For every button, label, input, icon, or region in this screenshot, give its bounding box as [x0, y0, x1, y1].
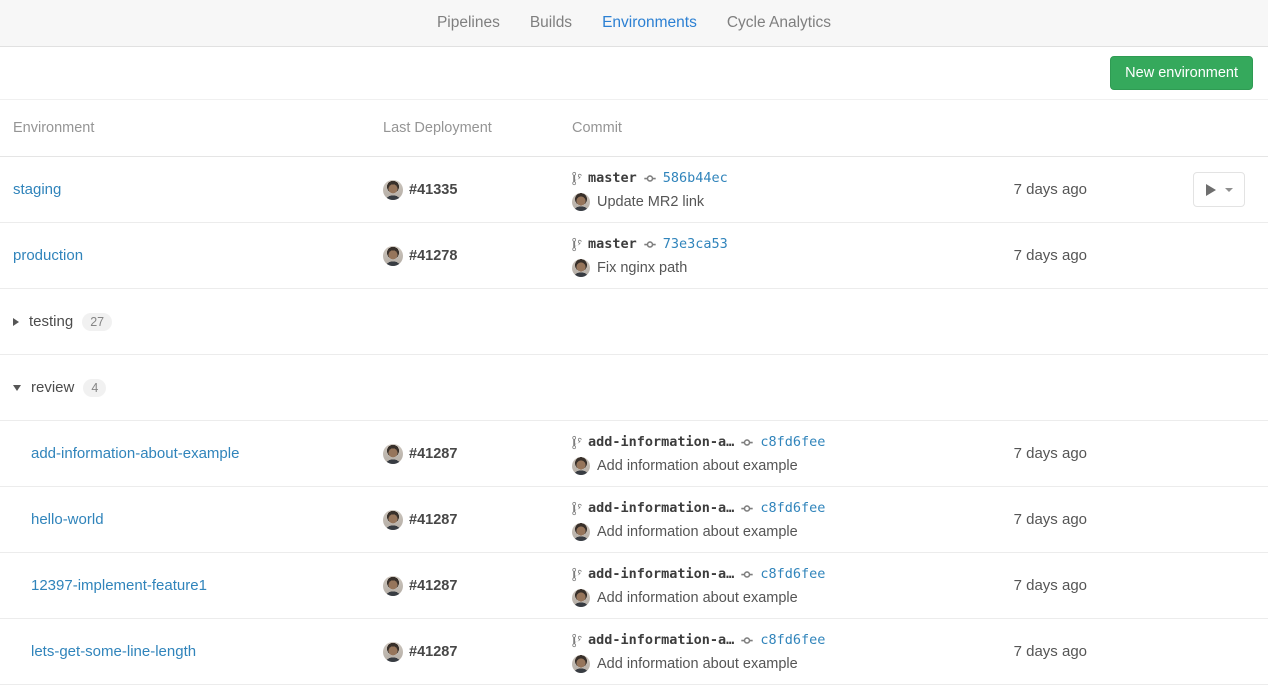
git-branch-icon	[572, 501, 582, 516]
commit-author-avatar	[572, 655, 590, 673]
branch-name: add-information-a…	[588, 432, 734, 453]
deployer-avatar	[383, 510, 403, 530]
project-tabs: Pipelines Builds Environments Cycle Anal…	[0, 0, 1268, 47]
commit-message: Update MR2 link	[597, 194, 704, 210]
git-branch-icon	[572, 171, 582, 186]
environment-link[interactable]: hello-world	[31, 511, 104, 528]
deployment-timestamp: 7 days ago	[975, 181, 1105, 198]
commit-author-avatar	[572, 193, 590, 211]
commit-sha-link[interactable]: c8fd6fee	[760, 432, 825, 453]
caret-right-icon	[13, 318, 19, 326]
folder-row-testing[interactable]: testing 27	[0, 289, 1268, 355]
branch-name: add-information-a…	[588, 564, 734, 585]
branch-name: master	[588, 234, 637, 255]
environment-row-staging: staging #41335 master 586b44ec Update MR…	[0, 157, 1268, 223]
deployer-avatar	[383, 180, 403, 200]
column-header-commit: Commit	[572, 120, 975, 136]
table-header-row: Environment Last Deployment Commit	[0, 100, 1268, 157]
environment-link[interactable]: lets-get-some-line-length	[31, 643, 196, 660]
deployment-timestamp: 7 days ago	[975, 445, 1105, 462]
commit-message: Add information about example	[597, 590, 798, 606]
environment-count-badge: 4	[83, 379, 106, 397]
environment-count-badge: 27	[82, 313, 112, 331]
caret-down-icon	[13, 385, 21, 391]
git-branch-icon	[572, 567, 582, 582]
git-commit-icon	[740, 436, 754, 449]
environment-row-hello-world: hello-world #41287 add-information-a… c8…	[0, 487, 1268, 553]
git-commit-icon	[643, 238, 657, 251]
tab-cycle-analytics[interactable]: Cycle Analytics	[712, 0, 846, 46]
new-environment-button[interactable]: New environment	[1110, 56, 1253, 90]
commit-author-avatar	[572, 589, 590, 607]
branch-name: add-information-a…	[588, 630, 734, 651]
play-icon	[1206, 184, 1216, 196]
commit-sha-link[interactable]: c8fd6fee	[760, 564, 825, 585]
environment-row-add-information-about-example: add-information-about-example #41287 add…	[0, 421, 1268, 487]
deployer-avatar	[383, 576, 403, 596]
chevron-down-icon	[1225, 188, 1233, 192]
git-commit-icon	[643, 172, 657, 185]
commit-author-avatar	[572, 259, 590, 277]
tab-builds[interactable]: Builds	[515, 0, 587, 46]
commit-message: Add information about example	[597, 458, 798, 474]
deployer-avatar	[383, 642, 403, 662]
column-header-last-deployment: Last Deployment	[383, 120, 572, 136]
folder-name: review	[31, 379, 74, 396]
git-commit-icon	[740, 568, 754, 581]
environments-toolbar: New environment	[0, 47, 1268, 100]
deployment-timestamp: 7 days ago	[975, 577, 1105, 594]
environments-table: Environment Last Deployment Commit stagi…	[0, 100, 1268, 685]
folder-row-review[interactable]: review 4	[0, 355, 1268, 421]
commit-author-avatar	[572, 457, 590, 475]
deployer-avatar	[383, 246, 403, 266]
git-commit-icon	[740, 634, 754, 647]
environment-row-lets-get-some-line-length: lets-get-some-line-length #41287 add-inf…	[0, 619, 1268, 685]
commit-sha-link[interactable]: 73e3ca53	[663, 234, 728, 255]
commit-message: Fix nginx path	[597, 260, 687, 276]
branch-name: add-information-a…	[588, 498, 734, 519]
deployment-id-link[interactable]: #41335	[409, 182, 457, 198]
column-header-environment: Environment	[13, 120, 383, 136]
tab-pipelines[interactable]: Pipelines	[422, 0, 515, 46]
environment-row-production: production #41278 master 73e3ca53 Fix ng…	[0, 223, 1268, 289]
deployment-id-link[interactable]: #41287	[409, 512, 457, 528]
deployment-id-link[interactable]: #41287	[409, 644, 457, 660]
play-dropdown-button[interactable]	[1193, 172, 1245, 207]
environment-row-12397-implement-feature1: 12397-implement-feature1 #41287 add-info…	[0, 553, 1268, 619]
commit-sha-link[interactable]: c8fd6fee	[760, 498, 825, 519]
deployment-id-link[interactable]: #41287	[409, 446, 457, 462]
git-branch-icon	[572, 633, 582, 648]
tab-environments[interactable]: Environments	[587, 0, 712, 46]
branch-name: master	[588, 168, 637, 189]
git-branch-icon	[572, 237, 582, 252]
commit-sha-link[interactable]: 586b44ec	[663, 168, 728, 189]
git-commit-icon	[740, 502, 754, 515]
deployment-timestamp: 7 days ago	[975, 511, 1105, 528]
environment-link[interactable]: add-information-about-example	[31, 445, 239, 462]
deployment-timestamp: 7 days ago	[975, 247, 1105, 264]
commit-message: Add information about example	[597, 656, 798, 672]
commit-message: Add information about example	[597, 524, 798, 540]
deployment-id-link[interactable]: #41287	[409, 578, 457, 594]
environment-link[interactable]: production	[13, 247, 83, 264]
deployment-id-link[interactable]: #41278	[409, 248, 457, 264]
git-branch-icon	[572, 435, 582, 450]
environment-link[interactable]: staging	[13, 181, 61, 198]
deployment-timestamp: 7 days ago	[975, 643, 1105, 660]
commit-sha-link[interactable]: c8fd6fee	[760, 630, 825, 651]
deployer-avatar	[383, 444, 403, 464]
environment-link[interactable]: 12397-implement-feature1	[31, 577, 207, 594]
folder-name: testing	[29, 313, 73, 330]
commit-author-avatar	[572, 523, 590, 541]
